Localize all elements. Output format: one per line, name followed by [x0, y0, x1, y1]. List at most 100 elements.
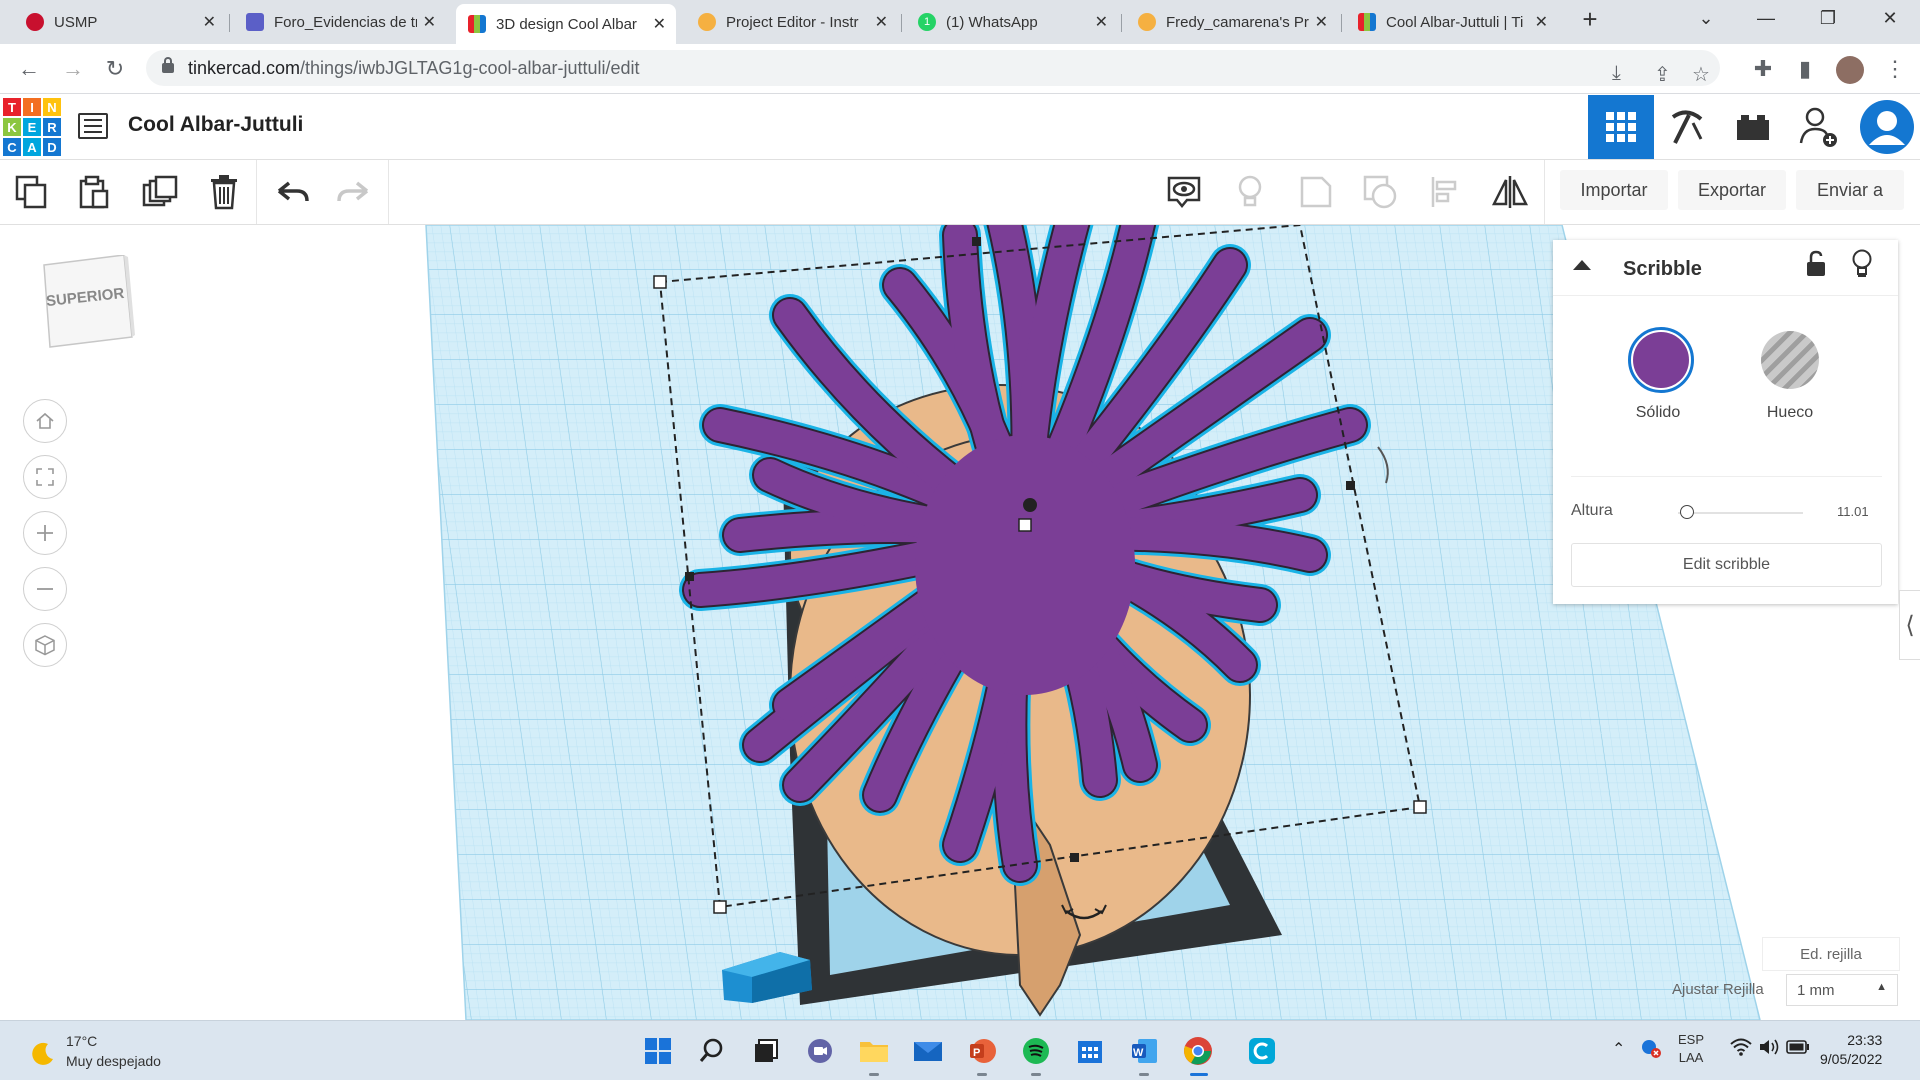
wifi-icon[interactable]	[1730, 1037, 1752, 1062]
resize-handle-bottom-right[interactable]	[1413, 800, 1427, 814]
close-tab-icon[interactable]: ✕	[1095, 12, 1108, 32]
calendar-button[interactable]	[1072, 1033, 1108, 1069]
close-tab-icon[interactable]: ✕	[875, 12, 888, 32]
center-handle[interactable]	[1018, 518, 1032, 532]
perspective-button[interactable]	[23, 623, 67, 667]
powerpoint-button[interactable]: P	[964, 1033, 1000, 1069]
volume-icon[interactable]	[1758, 1037, 1780, 1062]
close-tab-icon[interactable]: ✕	[1315, 12, 1328, 32]
hole-swatch[interactable]	[1761, 331, 1819, 389]
browser-tab-teams[interactable]: Foro_Evidencias de tr ✕	[234, 6, 446, 38]
notes-button[interactable]	[1164, 172, 1204, 212]
reload-icon[interactable]: ↻	[100, 56, 130, 82]
forward-icon[interactable]: →	[58, 56, 88, 82]
extensions-icon[interactable]: ✚	[1748, 56, 1778, 82]
ungroup-button[interactable]	[1360, 172, 1400, 212]
battery-icon[interactable]	[1786, 1039, 1810, 1060]
align-button[interactable]	[1424, 172, 1464, 212]
account-avatar-button[interactable]	[1854, 95, 1920, 159]
delete-button[interactable]	[204, 172, 244, 212]
start-button[interactable]	[640, 1033, 676, 1069]
browser-tab-usmp[interactable]: USMP ✕	[14, 6, 226, 38]
mail-button[interactable]	[910, 1033, 946, 1069]
browser-tab-fredy[interactable]: Fredy_camarena's Pr ✕	[1126, 6, 1338, 38]
tinkercad-logo[interactable]: T I N K E R C A D	[3, 98, 61, 156]
network-warning-icon[interactable]	[1640, 1037, 1662, 1064]
solid-color-swatch[interactable]	[1628, 327, 1694, 393]
lock-shape-button[interactable]	[1805, 250, 1827, 283]
edit-scribble-button[interactable]: Edit scribble	[1571, 543, 1882, 587]
maximize-icon[interactable]: ❐	[1808, 8, 1848, 29]
undo-button[interactable]	[272, 172, 312, 212]
trash-icon	[211, 175, 237, 210]
chrome-button[interactable]	[1180, 1033, 1216, 1069]
fit-view-button[interactable]	[23, 455, 67, 499]
spotify-button[interactable]	[1018, 1033, 1054, 1069]
height-param-value[interactable]: 11.01	[1837, 504, 1869, 519]
3d-design-view-button[interactable]	[1588, 95, 1654, 159]
browser-tab-cool-albar[interactable]: Cool Albar-Juttuli | Ti ✕	[1346, 6, 1558, 38]
resize-handle-top[interactable]	[972, 237, 981, 246]
home-view-button[interactable]	[23, 399, 67, 443]
export-button[interactable]: Exportar	[1678, 170, 1786, 210]
show-hide-button[interactable]	[1230, 172, 1270, 212]
resize-handle-bottom-left[interactable]	[713, 900, 727, 914]
blocks-view-button[interactable]	[1654, 95, 1720, 159]
send-to-button[interactable]: Enviar a	[1796, 170, 1904, 210]
profile-avatar[interactable]	[1836, 56, 1864, 84]
design-menu-icon[interactable]	[78, 113, 108, 139]
back-icon[interactable]: ←	[14, 56, 44, 82]
input-language-indicator[interactable]: ESP LAA	[1678, 1031, 1704, 1067]
new-tab-button[interactable]: +	[1570, 4, 1610, 35]
redo-button[interactable]	[334, 172, 374, 212]
share-icon[interactable]: ⇪	[1654, 62, 1671, 87]
search-button[interactable]	[694, 1033, 730, 1069]
snap-grid-select[interactable]: 1 mm ▲	[1786, 974, 1898, 1006]
close-tab-icon[interactable]: ✕	[1535, 12, 1548, 32]
taskbar-clock[interactable]: 23:33 9/05/2022	[1820, 1031, 1882, 1069]
teams-chat-button[interactable]	[802, 1033, 838, 1069]
view-cube[interactable]: SUPERIOR	[40, 254, 135, 348]
resize-handle-right[interactable]	[1346, 481, 1355, 490]
duplicate-button[interactable]	[140, 172, 180, 212]
hide-shape-button[interactable]	[1851, 248, 1873, 283]
collapse-panel-tab[interactable]: ⟨	[1899, 590, 1920, 660]
browser-tab-3d-design[interactable]: 3D design Cool Albar ✕	[456, 4, 676, 44]
height-handle[interactable]	[1023, 498, 1037, 512]
minimize-icon[interactable]: —	[1746, 8, 1786, 29]
tab-search-icon[interactable]: ⌄	[1686, 8, 1726, 29]
file-explorer-button[interactable]	[856, 1033, 892, 1069]
close-tab-icon[interactable]: ✕	[203, 12, 216, 32]
zoom-out-button[interactable]	[23, 567, 67, 611]
resize-handle-left[interactable]	[685, 572, 694, 581]
install-app-icon[interactable]: ⤓	[1612, 62, 1621, 85]
chrome-menu-icon[interactable]: ⋮	[1880, 56, 1910, 82]
close-window-icon[interactable]: ✕	[1870, 8, 1910, 29]
close-tab-icon[interactable]: ✕	[653, 14, 666, 34]
bricks-view-button[interactable]	[1720, 95, 1786, 159]
url-field[interactable]: tinkercad.com/things/iwbJGLTAG1g-cool-al…	[146, 50, 1720, 86]
mirror-button[interactable]	[1490, 172, 1530, 212]
task-view-button[interactable]	[748, 1033, 784, 1069]
canva-app-button[interactable]	[1244, 1033, 1280, 1069]
paste-button[interactable]	[74, 172, 114, 212]
design-title[interactable]: Cool Albar-Juttuli	[128, 113, 303, 137]
edit-grid-button[interactable]: Ed. rejilla	[1762, 937, 1900, 971]
height-slider-knob[interactable]	[1680, 505, 1694, 519]
resize-handle-top-left[interactable]	[653, 275, 667, 289]
group-button[interactable]	[1296, 172, 1336, 212]
copy-button[interactable]	[12, 172, 52, 212]
bookmark-star-icon[interactable]: ☆	[1692, 62, 1710, 87]
resize-handle-bottom[interactable]	[1070, 853, 1079, 862]
word-button[interactable]: W	[1126, 1033, 1162, 1069]
height-slider-track[interactable]	[1678, 512, 1803, 514]
browser-tab-project-editor[interactable]: Project Editor - Instr ✕	[686, 6, 898, 38]
browser-tab-whatsapp[interactable]: 1 (1) WhatsApp ✕	[906, 6, 1118, 38]
invite-user-button[interactable]	[1786, 95, 1852, 159]
show-hidden-icons-button[interactable]: ⌃	[1612, 1039, 1625, 1059]
collapse-inspector-button[interactable]	[1571, 256, 1593, 279]
close-tab-icon[interactable]: ✕	[423, 12, 436, 32]
import-button[interactable]: Importar	[1560, 170, 1668, 210]
zoom-in-button[interactable]	[23, 511, 67, 555]
side-panel-icon[interactable]: ▮	[1790, 56, 1820, 82]
